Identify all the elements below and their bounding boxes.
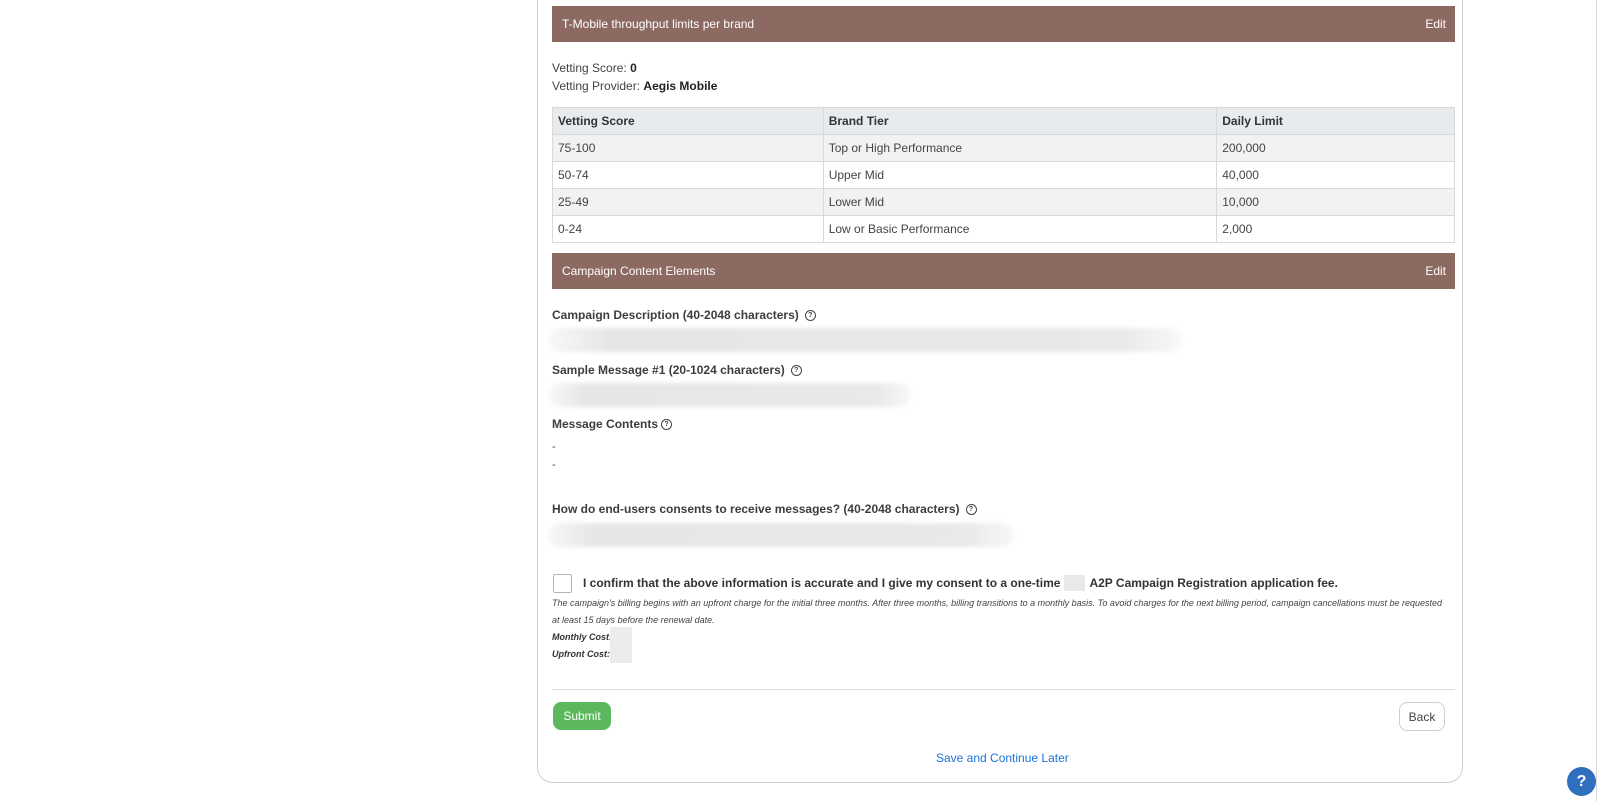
column-header: Brand Tier [822, 107, 1218, 135]
tmobile-edit-link[interactable]: Edit [1425, 17, 1446, 31]
vetting-score-value: 0 [630, 61, 637, 75]
table-header-row: Vetting Score Brand Tier Daily Limit [552, 107, 1455, 135]
chat-help-icon[interactable]: ? [1567, 767, 1596, 796]
sample-message-label-text: Sample Message #1 (20-1024 characters) [552, 363, 785, 377]
consent-question-label: How do end-users consents to receive mes… [552, 502, 977, 516]
consent-statement: I confirm that the above information is … [583, 575, 1338, 591]
campaign-content-edit-link[interactable]: Edit [1425, 264, 1446, 278]
tmobile-limits-title: T-Mobile throughput limits per brand [562, 17, 755, 31]
cost-values-redacted [610, 627, 632, 663]
submit-button[interactable]: Submit [553, 702, 611, 730]
table-cell: Low or Basic Performance [822, 215, 1218, 243]
table-cell: 75-100 [552, 134, 824, 162]
campaign-content-title: Campaign Content Elements [562, 264, 716, 278]
throughput-table: Vetting Score Brand Tier Daily Limit 75-… [552, 107, 1455, 243]
message-contents-label-text: Message Contents [552, 417, 659, 431]
table-cell: Top or High Performance [822, 134, 1218, 162]
table-cell: 50-74 [552, 161, 824, 189]
save-and-continue-later-link[interactable]: Save and Continue Later [936, 751, 1069, 765]
sample-message-value-redacted [549, 383, 911, 407]
back-button[interactable]: Back [1399, 702, 1445, 731]
vetting-provider-line: Vetting Provider: Aegis Mobile [552, 79, 717, 93]
message-contents-item: - [552, 459, 556, 471]
vetting-score-label: Vetting Score: [552, 61, 627, 75]
table-cell: 10,000 [1216, 188, 1455, 216]
message-contents-label: Message Contents ? [552, 417, 673, 431]
question-circle-icon[interactable]: ? [661, 418, 673, 430]
column-header: Daily Limit [1216, 107, 1455, 135]
table-cell: 25-49 [552, 188, 824, 216]
table-cell: 40,000 [1216, 161, 1455, 189]
campaign-content-header: Campaign Content Elements Edit [552, 253, 1455, 289]
vetting-provider-value: Aegis Mobile [643, 79, 718, 93]
vetting-score-line: Vetting Score: 0 [552, 61, 637, 75]
sample-message-label: Sample Message #1 (20-1024 characters) ? [552, 363, 802, 377]
consent-question-label-text: How do end-users consents to receive mes… [552, 502, 960, 516]
tmobile-limits-header: T-Mobile throughput limits per brand Edi… [552, 6, 1455, 42]
campaign-description-value-redacted [549, 328, 1181, 352]
table-cell: 0-24 [552, 215, 824, 243]
campaign-description-label-text: Campaign Description (40-2048 characters… [552, 308, 799, 322]
vetting-provider-label: Vetting Provider: [552, 79, 641, 93]
question-circle-icon[interactable]: ? [804, 309, 816, 321]
table-cell: Upper Mid [822, 161, 1218, 189]
question-circle-icon[interactable]: ? [965, 503, 977, 515]
consent-text-before: I confirm that the above information is … [583, 576, 1061, 590]
fee-amount-redacted [1064, 575, 1086, 591]
question-circle-icon[interactable]: ? [790, 364, 802, 376]
form-divider [552, 689, 1455, 690]
billing-note: The campaign's billing begins with an up… [552, 598, 1443, 625]
table-cell: 200,000 [1216, 134, 1455, 162]
upfront-cost-label: Upfront Cost: [552, 649, 610, 659]
table-row: 75-100 Top or High Performance 200,000 [552, 134, 1455, 162]
table-row: 0-24 Low or Basic Performance 2,000 [552, 215, 1455, 243]
column-header: Vetting Score [552, 107, 824, 135]
table-cell: 2,000 [1216, 215, 1455, 243]
table-row: 25-49 Lower Mid 10,000 [552, 188, 1455, 216]
page-scrollbar-edge [1596, 0, 1597, 801]
message-contents-item: - [552, 441, 556, 453]
consent-answer-value-redacted [548, 523, 1014, 547]
table-cell: Lower Mid [822, 188, 1218, 216]
campaign-description-label: Campaign Description (40-2048 characters… [552, 308, 816, 322]
monthly-cost-label: Monthly Cost: [552, 632, 612, 642]
table-row: 50-74 Upper Mid 40,000 [552, 161, 1455, 189]
consent-text-after: A2P Campaign Registration application fe… [1089, 576, 1338, 590]
consent-checkbox[interactable] [553, 574, 572, 593]
